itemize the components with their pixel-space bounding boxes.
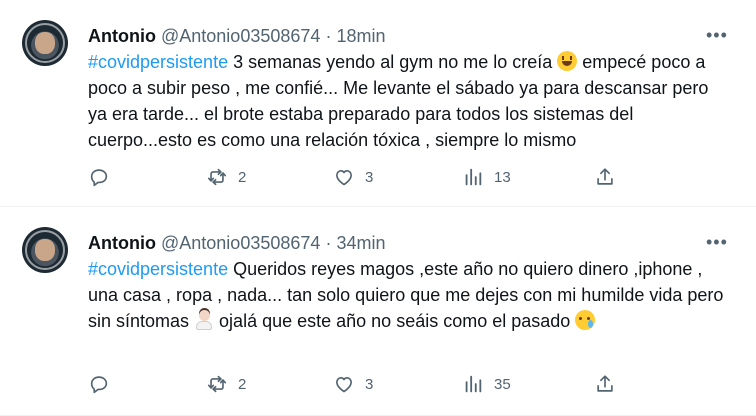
bar-chart-icon — [465, 168, 482, 186]
author-name[interactable]: Antonio — [88, 26, 156, 46]
person-gesturing-emoji-icon — [194, 310, 214, 330]
more-options-icon[interactable]: ••• — [706, 26, 728, 44]
avatar[interactable] — [22, 227, 68, 273]
retweet-count: 2 — [238, 168, 247, 186]
bar-chart-icon — [465, 375, 482, 393]
tweet-text: #covidpersistente 3 semanas yendo al gym… — [88, 49, 728, 153]
views-count: 35 — [494, 375, 511, 393]
reply-button[interactable] — [88, 373, 120, 395]
smiling-face-emoji-icon — [557, 51, 578, 71]
retweet-button[interactable]: 2 — [206, 166, 246, 188]
retweet-count: 2 — [238, 375, 247, 393]
share-icon — [597, 375, 613, 392]
like-button[interactable]: 3 — [333, 166, 373, 188]
avatar[interactable] — [22, 20, 68, 66]
like-count: 3 — [365, 375, 374, 393]
separator-dot: · — [325, 233, 332, 253]
hashtag-link[interactable]: #covidpersistente — [88, 52, 228, 72]
separator-dot: · — [325, 26, 332, 46]
author-handle[interactable]: @Antonio03508674 — [161, 26, 320, 46]
avatar-face — [35, 32, 55, 54]
tweet-actions: 2 3 13 — [88, 166, 628, 192]
retweet-icon — [207, 375, 227, 393]
hashtag-link[interactable]: #covidpersistente — [88, 259, 228, 279]
tweet[interactable]: Antonio @Antonio03508674 · 18min ••• #co… — [0, 0, 756, 207]
views-button[interactable]: 13 — [462, 166, 511, 188]
reply-icon — [90, 169, 108, 187]
timestamp[interactable]: 18min — [336, 26, 385, 46]
retweet-icon — [207, 168, 227, 186]
crying-face-emoji-icon — [575, 310, 596, 330]
tweet-text-part: 3 semanas yendo al gym no me lo creía — [228, 52, 558, 72]
views-button[interactable]: 35 — [462, 373, 511, 395]
share-button[interactable] — [594, 373, 616, 395]
avatar-face — [35, 239, 55, 261]
reply-icon — [90, 376, 108, 394]
heart-icon — [336, 377, 352, 393]
tweet-header: Antonio @Antonio03508674 · 34min — [88, 232, 385, 254]
views-count: 13 — [494, 168, 511, 186]
tweet-text: #covidpersistente Queridos reyes magos ,… — [88, 256, 728, 334]
tweet[interactable]: Antonio @Antonio03508674 · 34min ••• #co… — [0, 207, 756, 416]
tweet-text-part: ojalá que este año no seáis como el pasa… — [214, 311, 576, 331]
author-handle[interactable]: @Antonio03508674 — [161, 233, 320, 253]
more-options-icon[interactable]: ••• — [706, 233, 728, 251]
heart-icon — [336, 170, 352, 186]
share-icon — [597, 168, 613, 185]
author-name[interactable]: Antonio — [88, 233, 156, 253]
like-button[interactable]: 3 — [333, 373, 373, 395]
tweet-actions: 2 3 35 — [88, 373, 628, 399]
reply-button[interactable] — [88, 166, 120, 188]
timestamp[interactable]: 34min — [336, 233, 385, 253]
like-count: 3 — [365, 168, 374, 186]
tweet-header: Antonio @Antonio03508674 · 18min — [88, 25, 385, 47]
share-button[interactable] — [594, 166, 616, 188]
retweet-button[interactable]: 2 — [206, 373, 246, 395]
